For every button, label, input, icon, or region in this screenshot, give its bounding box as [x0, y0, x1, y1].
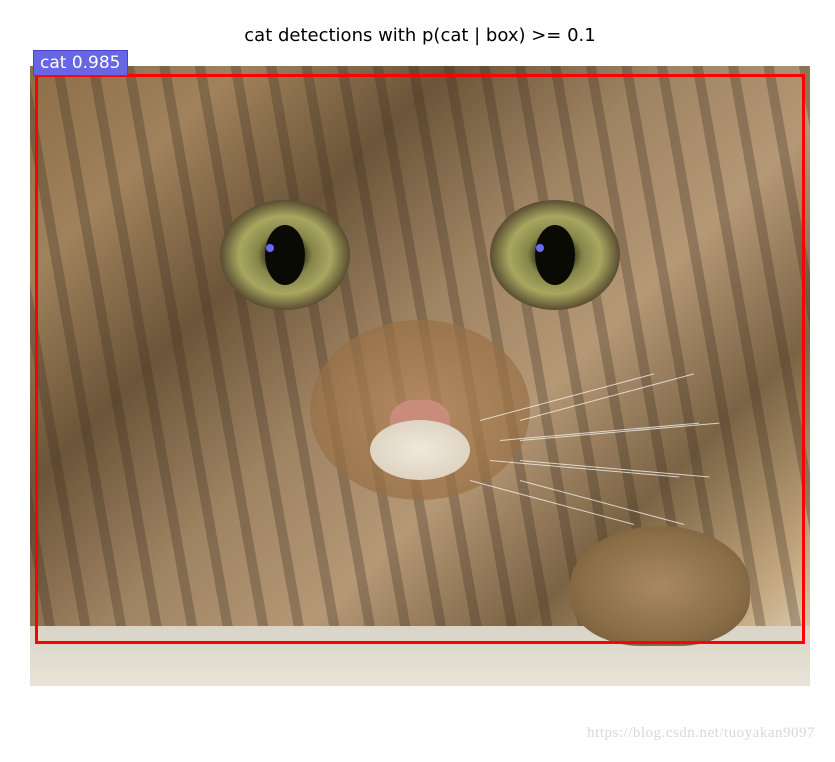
cat-paw: [570, 526, 750, 646]
cat-face: [120, 120, 720, 570]
whisker: [490, 460, 679, 478]
figure-container: cat detections with p(cat | box) >= 0.1 …: [30, 25, 810, 705]
whisker: [470, 480, 634, 525]
detection-label: cat 0.985: [33, 50, 128, 76]
eye-shine-left: [266, 244, 274, 252]
cat-chin: [370, 420, 470, 480]
pupil-left: [265, 225, 305, 285]
chart-title: cat detections with p(cat | box) >= 0.1: [30, 25, 810, 46]
pupil-right: [535, 225, 575, 285]
watermark-text: https://blog.csdn.net/tuoyakan9097: [587, 725, 815, 742]
cat-image: [30, 66, 810, 686]
whisker: [520, 460, 709, 478]
eye-shine-right: [536, 244, 544, 252]
whisker: [520, 423, 719, 441]
cat-eye-left: [220, 200, 350, 310]
plot-area: cat 0.985: [30, 54, 810, 694]
whisker: [520, 480, 684, 525]
whisker: [520, 373, 694, 421]
cat-eye-right: [490, 200, 620, 310]
